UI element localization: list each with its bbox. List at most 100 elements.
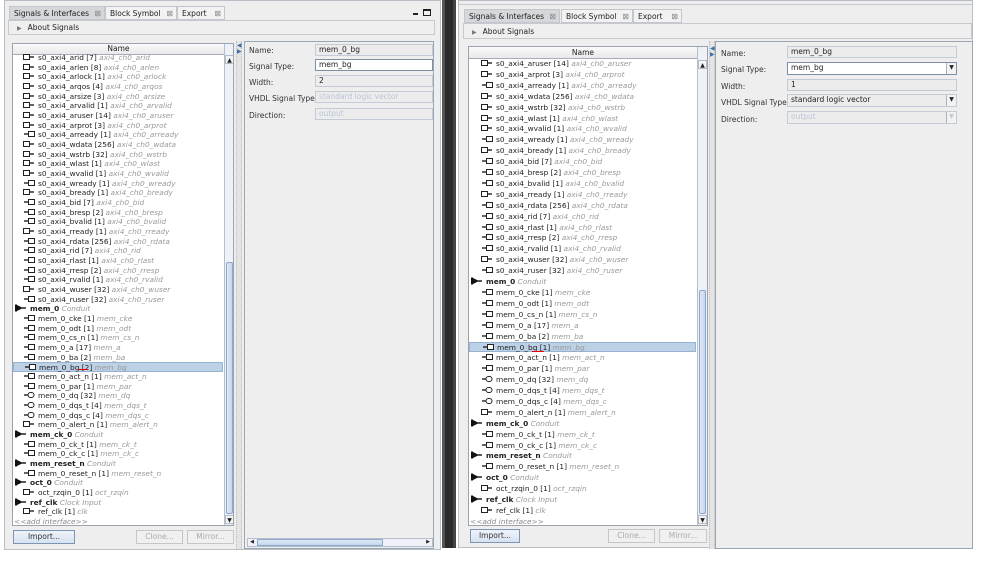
signal-row[interactable]: s0_axi4_ruser [32] axi4_ch0_ruser	[13, 295, 223, 305]
interface-row[interactable]: oct_0 Conduit	[469, 473, 696, 483]
panel-splitter[interactable]	[236, 41, 242, 549]
signal-row[interactable]: s0_axi4_wstrb [32] axi4_ch0_wstrb	[469, 103, 696, 113]
name-column-header[interactable]: Name	[469, 47, 697, 59]
vhdl-signal-type-field[interactable]: standard logic vector	[315, 91, 433, 103]
signal-row[interactable]: s0_axi4_bresp [2] axi4_ch0_bresp	[469, 168, 696, 178]
close-tab-icon[interactable]: ⊠	[166, 7, 173, 20]
direction-field[interactable]: output	[315, 108, 433, 120]
signal-row[interactable]: mem_0_dq [32] mem_dq	[469, 375, 696, 385]
import-button[interactable]: Import...	[470, 529, 520, 543]
signal-row[interactable]: mem_0_ck_t [1] mem_ck_t	[13, 440, 223, 450]
interface-row[interactable]: ref_clk Clock Input	[469, 495, 696, 505]
scroll-up-arrow[interactable]: ▲	[698, 60, 707, 69]
signal-row[interactable]: mem_0_cs_n [1] mem_cs_n	[13, 333, 223, 343]
interface-row[interactable]: ref_clk Clock Input	[13, 498, 223, 508]
signal-row[interactable]: mem_0_reset_n [1] mem_reset_n	[13, 469, 223, 479]
interface-row[interactable]: mem_reset_n Conduit	[13, 459, 223, 469]
signal-row[interactable]: s0_axi4_arvalid [1] axi4_ch0_arvalid	[13, 101, 223, 111]
signal-row[interactable]: s0_axi4_bvalid [1] axi4_ch0_bvalid	[469, 179, 696, 189]
signal-row[interactable]: ref_clk [1] clk	[469, 506, 696, 516]
signal-row[interactable]: mem_0_dqs_t [4] mem_dqs_t	[469, 386, 696, 396]
signal-row[interactable]: s0_axi4_wlast [1] axi4_ch0_wlast	[13, 159, 223, 169]
signal-row[interactable]: mem_0_a [17] mem_a	[13, 343, 223, 353]
signal-row[interactable]: oct_rzqin_0 [1] oct_rzqin	[13, 488, 223, 498]
vhdl-signal-type-select[interactable]: standard logic vector▼	[787, 94, 957, 107]
signal-row[interactable]: s0_axi4_rready [1] axi4_ch0_rready	[13, 227, 223, 237]
scroll-left-arrow[interactable]: ◀	[248, 539, 256, 546]
signal-row[interactable]: mem_0_par [1] mem_par	[13, 382, 223, 392]
close-tab-icon[interactable]: ⊠	[549, 10, 556, 23]
signal-row[interactable]: s0_axi4_arsize [3] axi4_ch0_arsize	[13, 92, 223, 102]
name-field[interactable]: mem_0_bg	[787, 46, 957, 58]
add-interface-row[interactable]: <<add interface>>	[469, 517, 544, 526]
vertical-scrollbar[interactable]: ▲ ▼	[697, 47, 707, 525]
signal-tree[interactable]: Name s0_axi4_arid [7] axi4_ch0_arids0_ax…	[12, 43, 234, 526]
signal-row[interactable]: s0_axi4_arlock [1] axi4_ch0_arlock	[13, 72, 223, 82]
signal-row[interactable]: s0_axi4_arprot [3] axi4_ch0_arprot	[13, 121, 223, 131]
signal-row[interactable]: s0_axi4_bid [7] axi4_ch0_bid	[13, 198, 223, 208]
close-tab-icon[interactable]: ⊠	[671, 10, 678, 23]
signal-row[interactable]: s0_axi4_rid [7] axi4_ch0_rid	[469, 212, 696, 222]
signal-row[interactable]: s0_axi4_wuser [32] axi4_ch0_wuser	[469, 255, 696, 265]
tab-export[interactable]: Export⊠	[177, 6, 225, 20]
signal-row[interactable]: s0_axi4_bid [7] axi4_ch0_bid	[469, 157, 696, 167]
tab-export[interactable]: Export⊠	[633, 9, 682, 23]
signal-row[interactable]: mem_0_dqs_t [4] mem_dqs_t	[13, 401, 223, 411]
scroll-down-arrow[interactable]: ▼	[225, 515, 234, 524]
signal-row[interactable]: mem_0_reset_n [1] mem_reset_n	[469, 462, 696, 472]
close-tab-icon[interactable]: ⊠	[94, 7, 101, 20]
signal-row[interactable]: s0_axi4_bvalid [1] axi4_ch0_bvalid	[13, 217, 223, 227]
signal-row[interactable]: s0_axi4_arqos [4] axi4_ch0_arqos	[13, 82, 223, 92]
scroll-up-arrow[interactable]: ▲	[225, 55, 234, 64]
dropdown-arrow-icon[interactable]: ▼	[946, 63, 956, 74]
name-field[interactable]: mem_0_bg	[315, 44, 433, 56]
horizontal-scrollbar[interactable]: ◀ ▶	[247, 538, 433, 547]
signal-row[interactable]: mem_0_alert_n [1] mem_alert_n	[469, 408, 696, 418]
scroll-down-arrow[interactable]: ▼	[698, 515, 707, 524]
mirror-button[interactable]: Mirror...	[659, 529, 707, 543]
width-field[interactable]: 1	[787, 79, 957, 91]
signal-row[interactable]: mem_0_act_n [1] mem_act_n	[469, 353, 696, 363]
interface-row[interactable]: mem_0 Conduit	[13, 304, 223, 314]
scroll-right-arrow[interactable]: ▶	[424, 539, 432, 546]
signal-row[interactable]: mem_0_alert_n [1] mem_alert_n	[13, 420, 223, 430]
signal-row[interactable]: mem_0_bg [1] mem_bg	[469, 342, 696, 352]
signal-row[interactable]: mem_0_bg [2] mem_bg	[13, 362, 223, 372]
signal-row[interactable]: s0_axi4_bready [1] axi4_ch0_bready	[469, 146, 696, 156]
signal-row[interactable]: s0_axi4_wlast [1] axi4_ch0_wlast	[469, 114, 696, 124]
signal-row[interactable]: s0_axi4_aruser [14] axi4_ch0_aruser	[469, 59, 696, 69]
signal-row[interactable]: mem_0_ck_c [1] mem_ck_c	[469, 441, 696, 451]
dropdown-arrow-icon[interactable]: ▼	[946, 112, 956, 123]
signal-row[interactable]: mem_0_dqs_c [4] mem_dqs_c	[469, 397, 696, 407]
signal-row[interactable]: s0_axi4_arready [1] axi4_ch0_arready	[469, 81, 696, 91]
signal-row[interactable]: mem_0_dq [32] mem_dq	[13, 391, 223, 401]
signal-type-field[interactable]: mem_bg	[315, 59, 433, 71]
tab-block-symbol[interactable]: Block Symbol⊠	[561, 9, 633, 23]
close-tab-icon[interactable]: ⊠	[214, 7, 221, 20]
signal-row[interactable]: mem_0_a [17] mem_a	[469, 321, 696, 331]
signal-row[interactable]: s0_axi4_rlast [1] axi4_ch0_rlast	[469, 223, 696, 233]
signal-row[interactable]: s0_axi4_rdata [256] axi4_ch0_rdata	[13, 237, 223, 247]
vertical-scrollbar[interactable]: ▲ ▼	[224, 44, 234, 525]
signal-row[interactable]: ref_clk [1] clk	[13, 507, 223, 517]
signal-row[interactable]: mem_0_ba [2] mem_ba	[13, 353, 223, 363]
signal-tree[interactable]: Name s0_axi4_aruser [14] axi4_ch0_aruser…	[468, 46, 708, 526]
interface-row[interactable]: mem_ck_0 Conduit	[13, 430, 223, 440]
signal-row[interactable]: s0_axi4_rvalid [1] axi4_ch0_rvalid	[13, 275, 223, 285]
about-signals-toggle[interactable]: ▶About Signals	[8, 20, 435, 35]
minimize-icon[interactable]	[413, 13, 418, 15]
signal-row[interactable]: s0_axi4_rresp [2] axi4_ch0_rresp	[13, 266, 223, 276]
signal-row[interactable]: mem_0_ba [2] mem_ba	[469, 332, 696, 342]
signal-row[interactable]: s0_axi4_bready [1] axi4_ch0_bready	[13, 188, 223, 198]
collapse-arrows-icon[interactable]: ◀▶	[237, 43, 242, 55]
tab-block-symbol[interactable]: Block Symbol⊠	[105, 6, 177, 20]
scroll-thumb[interactable]	[699, 290, 706, 514]
signal-row[interactable]: mem_0_ck_t [1] mem_ck_t	[469, 430, 696, 440]
scroll-thumb[interactable]	[226, 262, 233, 514]
width-field[interactable]: 2	[315, 75, 433, 87]
dropdown-arrow-icon[interactable]: ▼	[946, 95, 956, 106]
signal-row[interactable]: s0_axi4_arready [1] axi4_ch0_arready	[13, 130, 223, 140]
signal-row[interactable]: mem_0_par [1] mem_par	[469, 364, 696, 374]
add-interface-row[interactable]: <<add interface>>	[13, 517, 88, 526]
signal-row[interactable]: s0_axi4_rvalid [1] axi4_ch0_rvalid	[469, 244, 696, 254]
